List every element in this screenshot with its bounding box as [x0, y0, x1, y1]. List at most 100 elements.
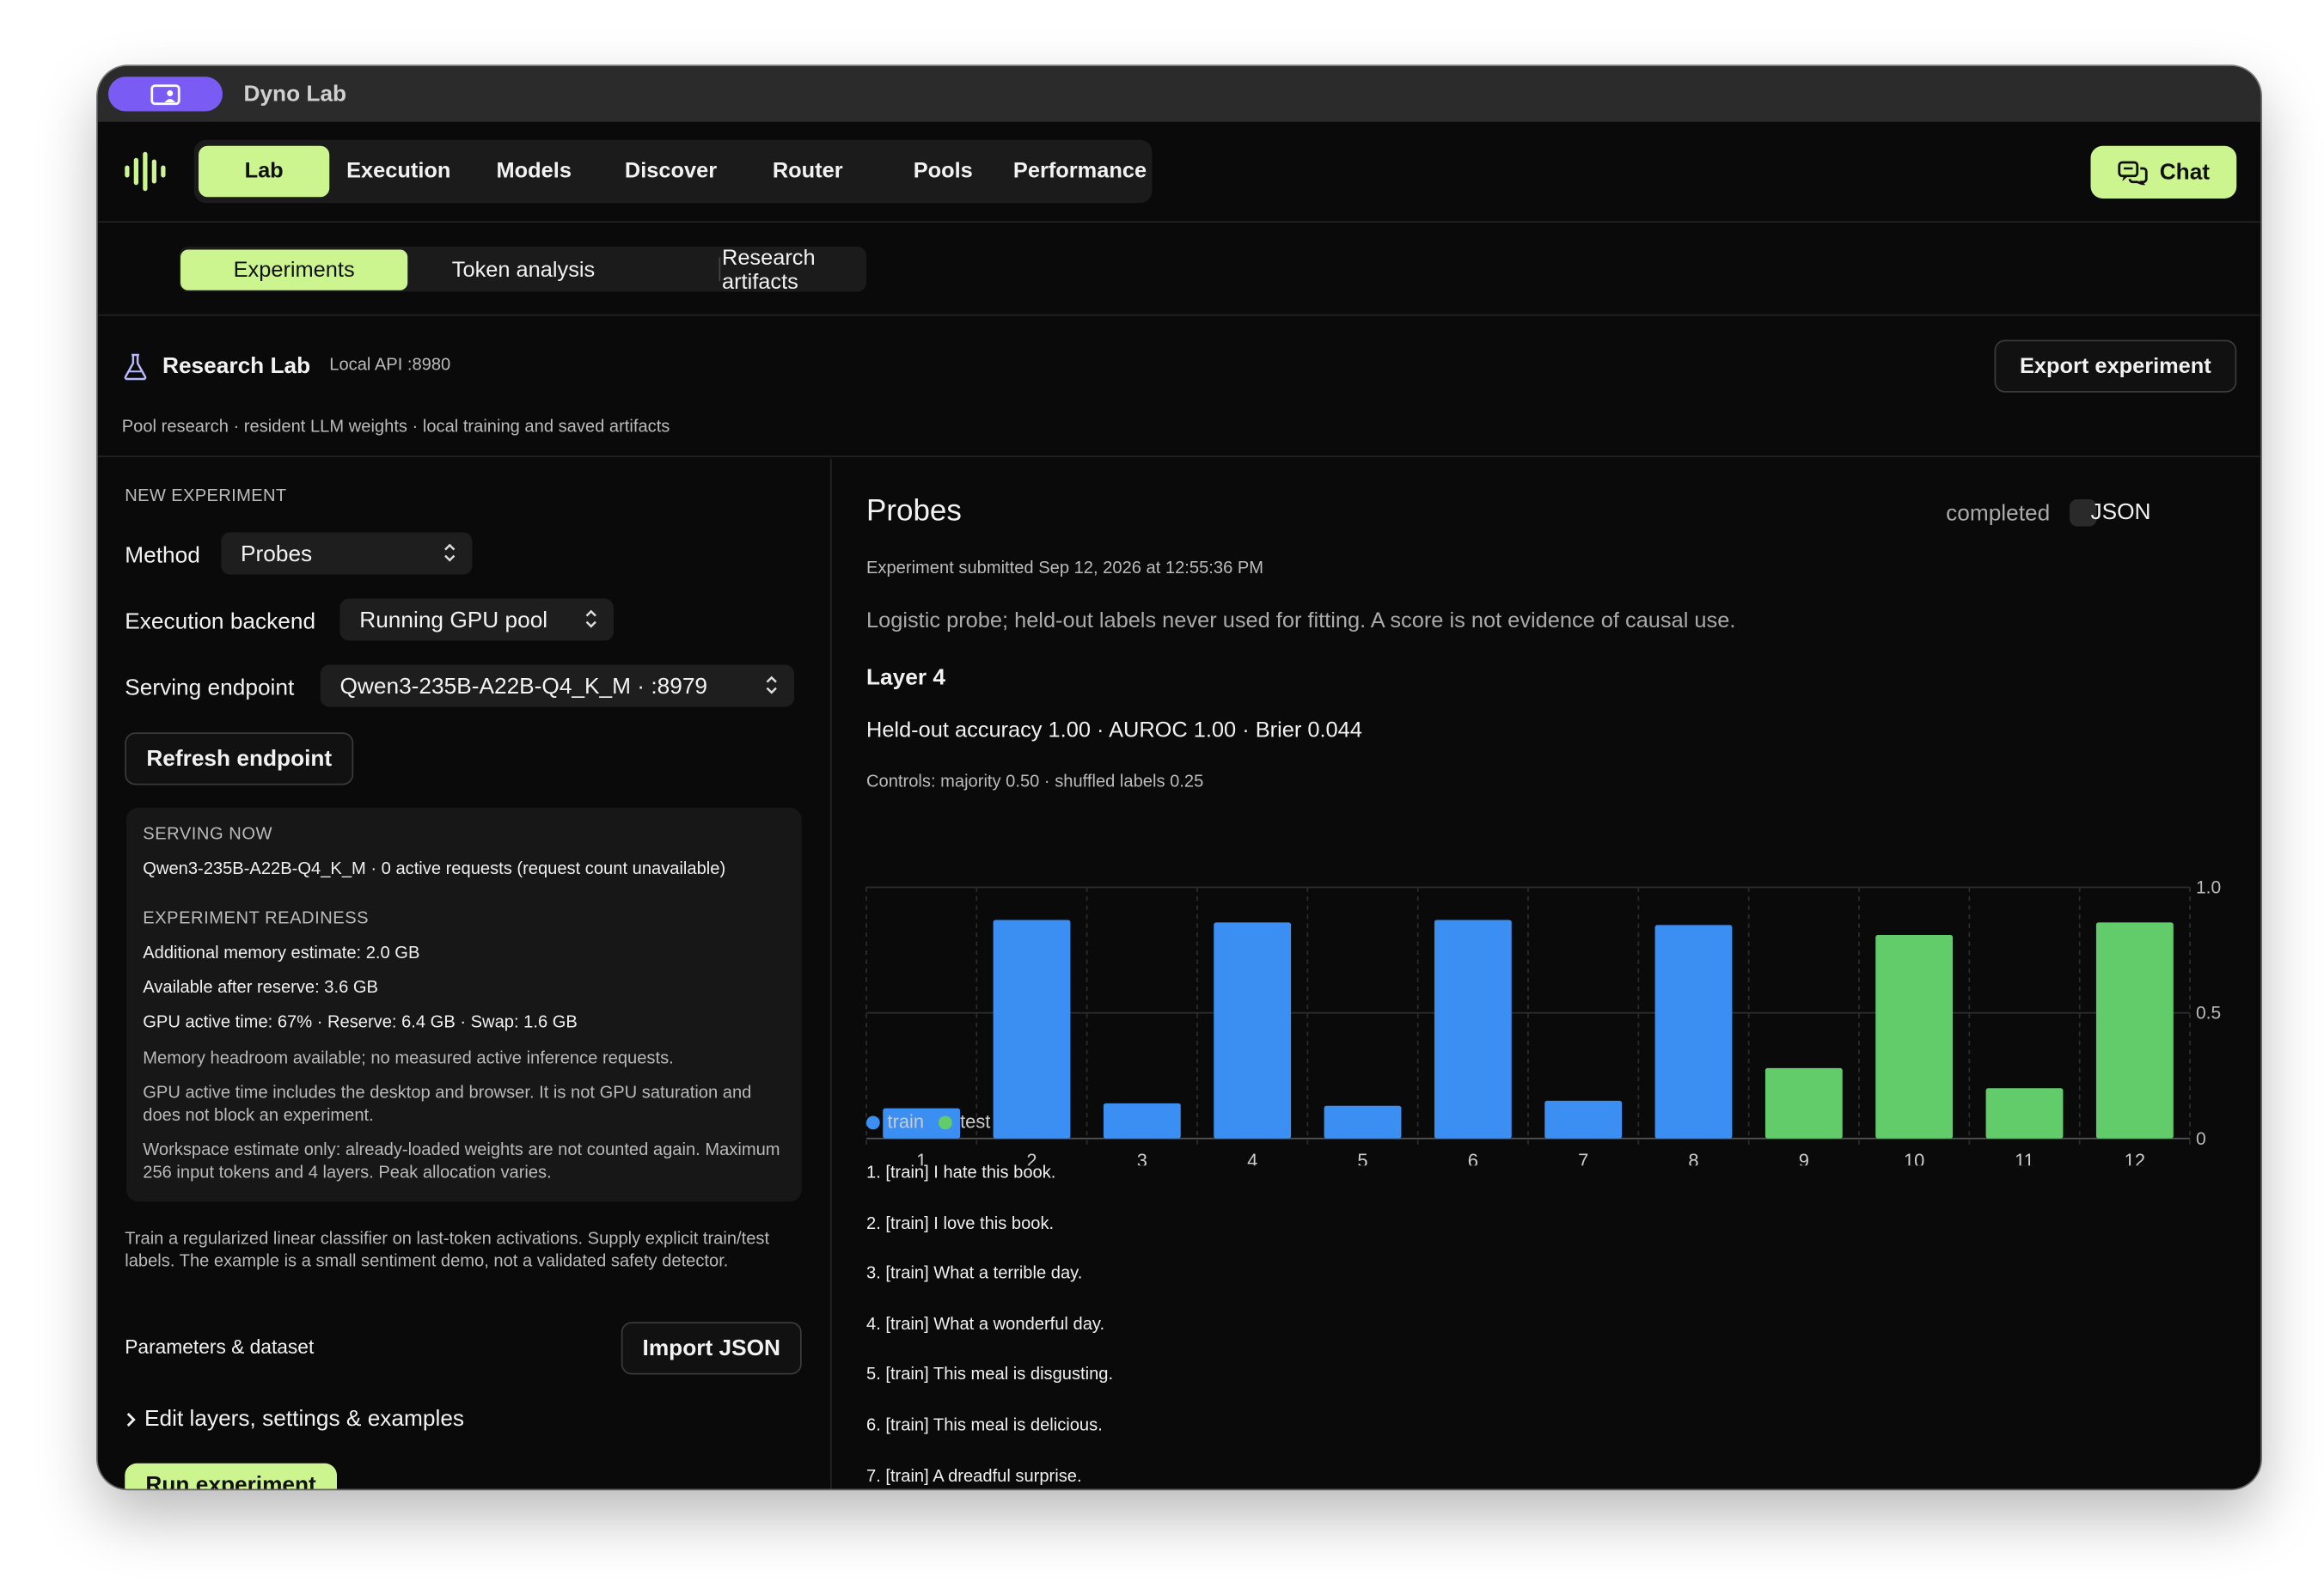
- chart-bar-2: [993, 920, 1071, 1139]
- x-tick-label: 11: [2015, 1150, 2034, 1165]
- method-label: Method: [125, 542, 200, 569]
- legend-item-train: train: [866, 1111, 924, 1133]
- example-item: 3. [train] What a terrible day.: [866, 1265, 1083, 1284]
- legend-item-test: test: [939, 1111, 991, 1133]
- serving-info-box: SERVING NOW Qwen3-235B-A22B-Q4_K_M · 0 a…: [126, 807, 802, 1202]
- subtab-research-artifacts[interactable]: Research artifacts: [722, 246, 865, 294]
- new-experiment-heading: NEW EXPERIMENT: [125, 487, 287, 505]
- example-item: 2. [train] I love this book.: [866, 1214, 1055, 1233]
- run-experiment-button[interactable]: Run experiment: [125, 1463, 337, 1489]
- lab-api-label: Local API :8980: [329, 356, 451, 375]
- main-nav: Lab Execution Models Discover Router Poo…: [193, 139, 1153, 204]
- result-title: Probes: [866, 494, 962, 529]
- result-metrics: Held-out accuracy 1.00 · AUROC 1.00 · Br…: [866, 718, 1362, 743]
- method-select[interactable]: Probes: [221, 532, 473, 575]
- json-toggle-label: JSON: [2090, 499, 2151, 525]
- chart-bar-8: [1654, 925, 1733, 1139]
- window-title: Dyno Lab: [243, 81, 347, 107]
- window-user-icon: [150, 83, 180, 105]
- chat-button[interactable]: Chat: [2090, 145, 2237, 199]
- result-controls: Controls: majority 0.50 · shuffled label…: [866, 773, 1204, 791]
- legend-label-train: train: [887, 1111, 925, 1133]
- chevron-right-icon: [126, 1412, 136, 1427]
- nav-tab-models[interactable]: Models: [468, 146, 600, 198]
- result-status: completed: [1946, 500, 2051, 527]
- x-tick-label: 5: [1357, 1150, 1367, 1165]
- export-experiment-button[interactable]: Export experiment: [1994, 339, 2237, 393]
- x-tick-label: 4: [1247, 1150, 1257, 1165]
- x-tick-label: 3: [1137, 1150, 1147, 1165]
- refresh-endpoint-button[interactable]: Refresh endpoint: [125, 732, 354, 785]
- top-navigation: Lab Execution Models Discover Router Poo…: [97, 122, 2261, 223]
- example-item: 1. [train] I hate this book.: [866, 1164, 1056, 1182]
- lab-title: Research Lab: [162, 353, 311, 379]
- app-window: Dyno Lab Lab Execution Models Discover R…: [97, 66, 2261, 1489]
- title-bar: Dyno Lab: [97, 66, 2261, 122]
- serving-endpoint-label: Serving endpoint: [125, 675, 295, 701]
- example-item: 7. [train] A dreadful surprise.: [866, 1467, 1082, 1486]
- lab-subtitle: Pool research · resident LLM weights · l…: [121, 418, 670, 437]
- chart-bar-6: [1434, 920, 1512, 1139]
- readiness-note-headroom: Memory headroom available; no measured a…: [143, 1049, 674, 1068]
- x-tick-label: 6: [1468, 1150, 1478, 1165]
- legend-dot-test: [939, 1115, 953, 1130]
- chart-bar-4: [1214, 922, 1292, 1139]
- readiness-available: Available after reserve: 3.6 GB: [143, 979, 378, 998]
- method-select-value: Probes: [241, 541, 313, 566]
- chevron-updown-icon: [585, 609, 596, 628]
- subtab-divider: [719, 257, 721, 282]
- edit-settings-label: Edit layers, settings & examples: [144, 1406, 465, 1432]
- serving-endpoint-select[interactable]: Qwen3-235B-A22B-Q4_K_M · :8979: [320, 664, 794, 707]
- method-description: Train a regularized linear classifier on…: [125, 1230, 770, 1271]
- new-experiment-panel: NEW EXPERIMENT Method Probes Execution b…: [98, 458, 832, 1489]
- result-description: Logistic probe; held-out labels never us…: [866, 608, 1736, 633]
- execution-backend-value: Running GPU pool: [359, 607, 548, 632]
- nav-tab-router[interactable]: Router: [742, 146, 874, 198]
- chart-legend: train test: [866, 1111, 990, 1133]
- serving-now-value: Qwen3-235B-A22B-Q4_K_M · 0 active reques…: [143, 860, 726, 878]
- nav-tab-lab[interactable]: Lab: [199, 145, 330, 198]
- x-tick-label: 12: [2125, 1150, 2145, 1165]
- import-json-button[interactable]: Import JSON: [621, 1322, 802, 1375]
- chevron-updown-icon: [444, 543, 456, 562]
- example-item: 4. [train] What a wonderful day.: [866, 1315, 1105, 1334]
- execution-backend-select[interactable]: Running GPU pool: [339, 598, 614, 641]
- edit-settings-toggle[interactable]: Edit layers, settings & examples: [125, 1406, 464, 1432]
- chart-bar-3: [1103, 1103, 1181, 1139]
- readiness-gpu: GPU active time: 67% · Reserve: 6.4 GB ·…: [143, 1013, 578, 1032]
- x-tick-label: 7: [1578, 1150, 1588, 1165]
- lab-header: Research Lab Local API :8980 Pool resear…: [97, 316, 2261, 457]
- chat-icon: [2118, 160, 2148, 185]
- y-tick-label: 0: [2196, 1129, 2206, 1149]
- chart-bar-11: [1985, 1088, 2064, 1139]
- layer-heading: Layer 4: [866, 664, 945, 691]
- readiness-memory: Additional memory estimate: 2.0 GB: [143, 944, 420, 962]
- chart-bar-10: [1875, 935, 1954, 1139]
- legend-label-test: test: [960, 1111, 991, 1133]
- readiness-note-gpu: GPU active time includes the desktop and…: [143, 1084, 752, 1125]
- serving-now-heading: SERVING NOW: [143, 825, 273, 844]
- nav-tab-pools[interactable]: Pools: [877, 146, 1009, 198]
- readiness-note-workspace: Workspace estimate only: already-loaded …: [143, 1141, 780, 1182]
- chart-bar-7: [1544, 1100, 1623, 1139]
- chat-button-label: Chat: [2159, 159, 2211, 186]
- nav-tab-execution[interactable]: Execution: [333, 146, 465, 198]
- execution-backend-label: Execution backend: [125, 608, 316, 635]
- result-panel: Probes completed JSON Experiment submitt…: [834, 459, 2261, 1489]
- examples-list: 1. [train] I hate this book. 2. [train] …: [866, 1164, 1113, 1489]
- subtab-token-analysis[interactable]: Token analysis: [411, 250, 637, 290]
- y-tick-label: 0.5: [2196, 1004, 2221, 1024]
- example-item: 6. [train] This meal is delicious.: [866, 1416, 1103, 1435]
- chart-bar-12: [2095, 922, 2174, 1139]
- subtab-experiments[interactable]: Experiments: [180, 249, 408, 290]
- x-tick-label: 10: [1904, 1150, 1924, 1165]
- nav-tab-performance[interactable]: Performance: [1012, 146, 1148, 198]
- parameters-label: Parameters & dataset: [125, 1335, 315, 1359]
- nav-tab-discover[interactable]: Discover: [603, 146, 739, 198]
- flask-icon: [124, 353, 147, 381]
- app-switcher-button[interactable]: [108, 76, 223, 112]
- y-tick-label: 1.0: [2196, 878, 2221, 898]
- chart-bar-9: [1764, 1067, 1843, 1139]
- submitted-timestamp: Experiment submitted Sep 12, 2026 at 12:…: [866, 559, 1264, 578]
- serving-endpoint-value: Qwen3-235B-A22B-Q4_K_M · :8979: [339, 673, 708, 699]
